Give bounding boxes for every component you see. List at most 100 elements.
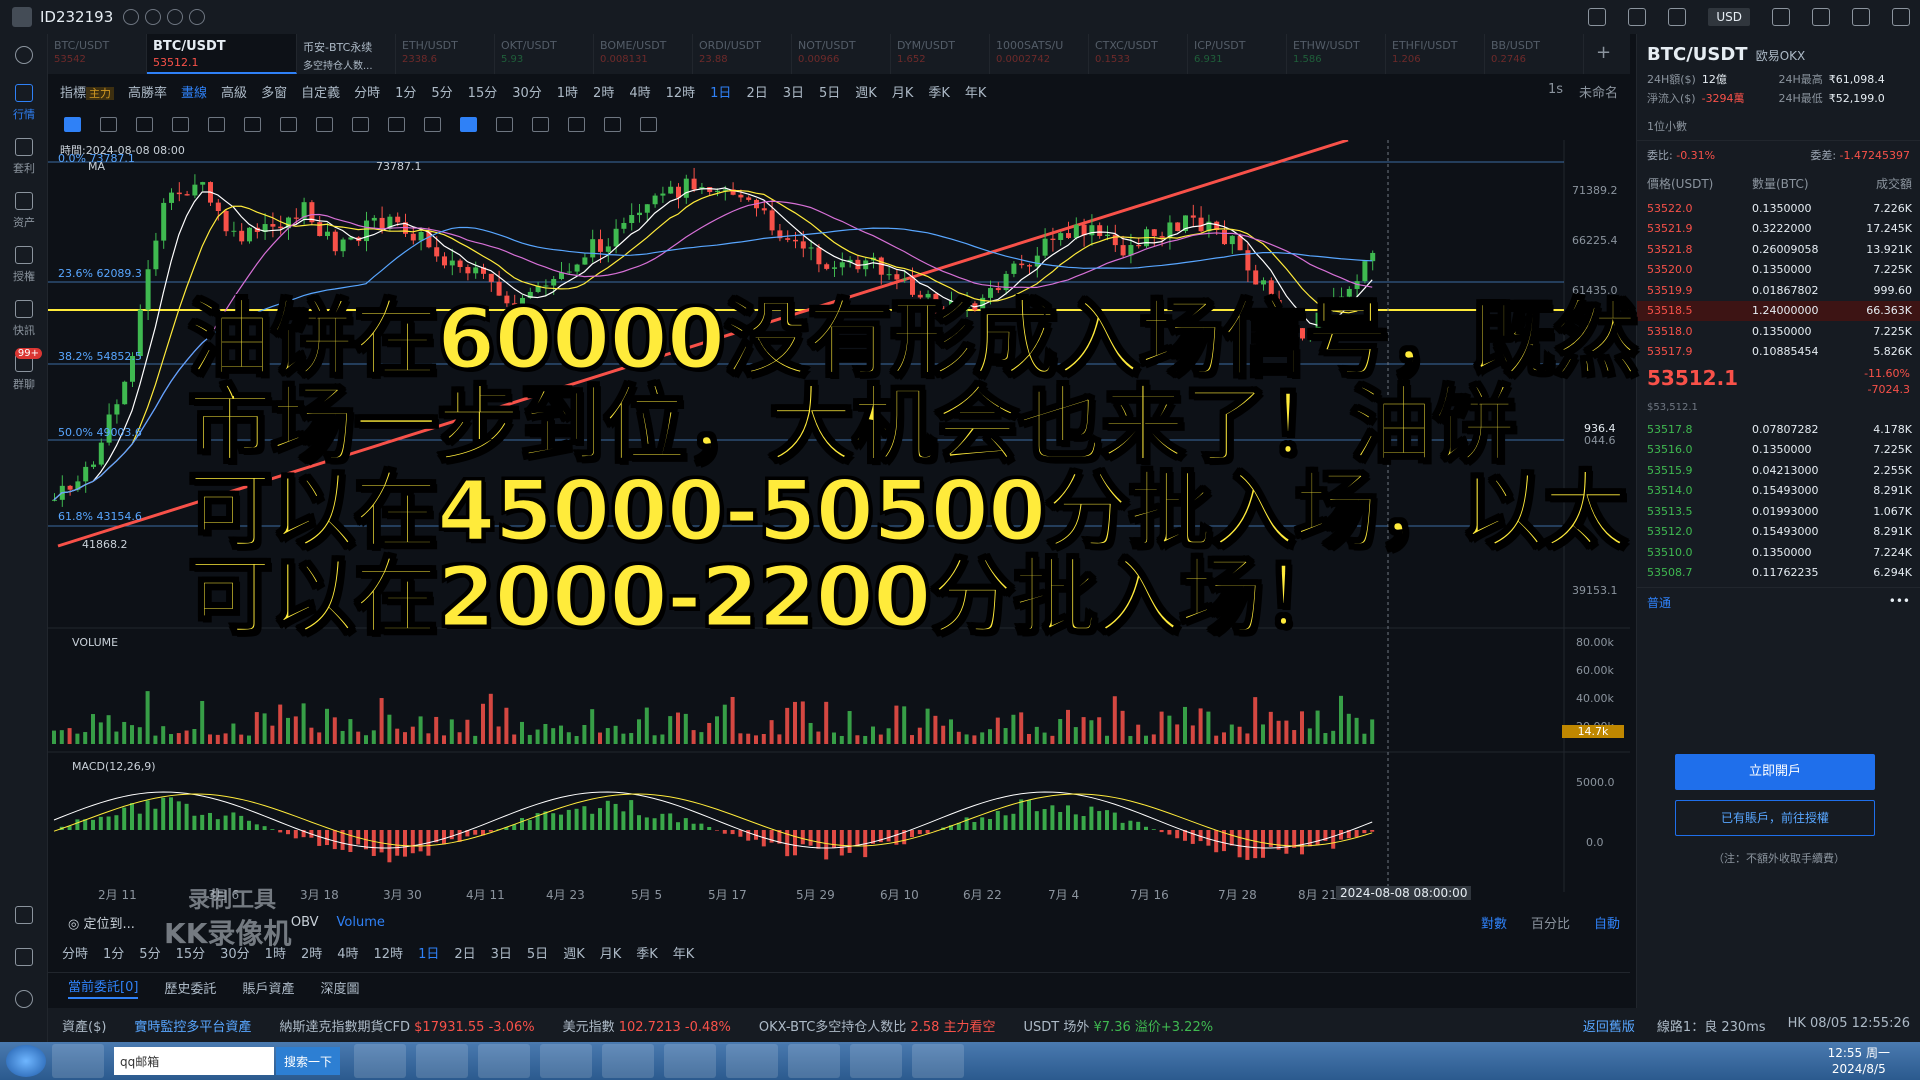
timeframe-b-8[interactable]: 12時 [374,943,404,962]
brush-tool-icon[interactable] [352,116,369,132]
nav-assets[interactable]: 资产 [0,192,48,230]
open-account-button[interactable]: 立即開戶 [1675,754,1875,790]
indicator-obv[interactable]: OBV [291,915,319,930]
timeframe-5[interactable]: 1時 [557,82,578,101]
orderbook-row[interactable]: 53518.5 1.24000000 66.363K [1637,300,1920,321]
rectangle-tool-icon[interactable] [172,116,189,132]
advanced-button[interactable]: 高級 [221,82,247,101]
line-tool-icon[interactable] [100,116,117,132]
tab-symbol-active[interactable]: BTC/USDT 53512.1 [147,34,297,74]
tab-symbol[interactable]: BB/USDT 0.2746 [1485,34,1584,74]
app-icon[interactable] [416,1044,469,1078]
authorize-account-button[interactable]: 已有賬戶，前往授權 [1675,800,1875,836]
tab-symbol[interactable]: 1000SATS/U 0.0002742 [990,34,1089,74]
timeframe-0[interactable]: 分時 [354,82,380,101]
pause-icon[interactable] [123,9,140,25]
indicators-button[interactable]: 指標 主力 [60,82,115,101]
trash-tool-icon[interactable] [640,116,657,132]
timeframe-b-1[interactable]: 1分 [103,943,124,962]
tab-symbol[interactable]: CTXC/USDT 0.1533 [1089,34,1188,74]
wechat-icon[interactable] [850,1044,903,1078]
orderbook-row[interactable]: 53517.9 0.10885454 5.826K [1637,342,1920,363]
orderbook-row[interactable]: 53521.8 0.26009058 13.921K [1637,239,1920,260]
maximize-icon[interactable] [1852,8,1870,26]
timeframe-b-14[interactable]: 月K [600,943,622,962]
timeframe-b-10[interactable]: 2日 [454,943,475,962]
settings-icon[interactable] [0,990,48,1012]
monitor-link[interactable]: 實時監控多平台資產 [134,1016,251,1035]
pen-tool-icon[interactable] [424,116,441,132]
orderbook-row[interactable]: 53512.0 0.15493000 8.291K [1637,522,1920,543]
timeframe-10[interactable]: 2日 [746,82,767,101]
indicator-volume[interactable]: Volume [337,915,385,930]
taskbar-clock[interactable]: 12:55 周一 2024/8/5 [1828,1045,1920,1077]
channel-tool-icon[interactable] [208,116,225,132]
timeframe-13[interactable]: 週K [855,82,877,101]
auto-scale-button[interactable]: 自動 [1594,913,1620,932]
tab-symbol[interactable]: ETHFI/USDT 1.206 [1386,34,1485,74]
book-icon[interactable] [0,948,48,970]
timeframe-16[interactable]: 年K [965,82,987,101]
timeframe-b-0[interactable]: 分時 [62,943,88,962]
magnet-tool-icon[interactable] [388,116,405,132]
tab-history-orders[interactable]: 歷史委託 [164,978,216,997]
back-old-version-link[interactable]: 返回舊版 [1583,1016,1635,1035]
timeframe-b-7[interactable]: 4時 [337,943,358,962]
app-icon[interactable] [52,1044,104,1078]
timeframe-b-2[interactable]: 5分 [139,943,160,962]
minimize-icon[interactable] [1812,8,1830,26]
wave-tool-icon[interactable] [244,116,261,132]
macd-label[interactable]: MACD(12,26,9) [72,760,156,773]
timeframe-7[interactable]: 4時 [629,82,650,101]
clock-icon[interactable] [189,9,206,25]
tab-symbol[interactable]: ICP/USDT 6.931 [1188,34,1287,74]
orderbook-row[interactable]: 53517.8 0.07807282 4.178K [1637,419,1920,440]
close-icon[interactable] [1892,8,1910,26]
app-icon[interactable] [540,1044,593,1078]
timeframe-12[interactable]: 5日 [819,82,840,101]
timeframe-2[interactable]: 5分 [431,82,452,101]
app-icon[interactable] [354,1044,407,1078]
app-icon[interactable] [478,1044,531,1078]
orderbook-row[interactable]: 53514.0 0.15493000 8.291K [1637,481,1920,502]
timeframe-3[interactable]: 15分 [468,82,498,101]
draw-button[interactable]: 畫線 [181,82,207,101]
orderbook-row[interactable]: 53513.5 0.01993000 1.067K [1637,501,1920,522]
orderbook-row[interactable]: 53515.9 0.04213000 2.255K [1637,460,1920,481]
timeframe-1[interactable]: 1分 [395,82,416,101]
tab-symbol[interactable]: ETHW/USDT 1.586 [1287,34,1386,74]
currency-select[interactable]: USD [1708,8,1750,26]
player-icon[interactable] [788,1044,841,1078]
win-rate-button[interactable]: 高勝率 [128,82,167,101]
more-icon[interactable]: ••• [1889,594,1910,611]
orderbook-row[interactable]: 53508.7 0.11762235 6.294K [1637,563,1920,584]
orderbook-row[interactable]: 53522.0 0.1350000 7.226K [1637,198,1920,219]
ray-tool-icon[interactable] [136,116,153,132]
timeframe-9[interactable]: 1日 [710,82,731,101]
folder-icon[interactable] [912,1044,965,1078]
crosshair-tool-icon[interactable] [64,116,81,132]
timeframe-4[interactable]: 30分 [512,82,542,101]
timeframe-b-12[interactable]: 5日 [527,943,548,962]
timeframe-b-16[interactable]: 年K [673,943,695,962]
taskbar-search-button[interactable]: 搜索一下 [276,1047,341,1075]
measure-tool-icon[interactable] [280,116,297,132]
timeframe-14[interactable]: 月K [892,82,914,101]
timeframe-b-15[interactable]: 季K [636,943,658,962]
tab-symbol[interactable]: ORDI/USDT 23.88 [693,34,792,74]
tab-symbol[interactable]: OKT/USDT 5.93 [495,34,594,74]
check-icon[interactable] [167,9,184,25]
tab-symbol[interactable]: DYM/USDT 1.652 [891,34,990,74]
tab-account-assets[interactable]: 賬戶資產 [242,978,294,997]
orderbook-row[interactable]: 53519.9 0.01867802 999.60 [1637,280,1920,301]
orderbook-row[interactable]: 53516.0 0.1350000 7.225K [1637,440,1920,461]
timeframe-8[interactable]: 12時 [666,82,696,101]
percent-scale-button[interactable]: 百分比 [1531,913,1570,932]
volume-label[interactable]: VOLUME [72,636,118,649]
orderbook-row[interactable]: 53510.0 0.1350000 7.224K [1637,542,1920,563]
orderbook-row[interactable]: 53521.9 0.3222000 17.245K [1637,219,1920,240]
timeframe-b-13[interactable]: 週K [563,943,585,962]
layout-name[interactable]: 未命名 [1579,82,1618,101]
tab-symbol[interactable]: BTC/USDT 53542 [48,34,147,74]
app-icon[interactable] [602,1044,655,1078]
